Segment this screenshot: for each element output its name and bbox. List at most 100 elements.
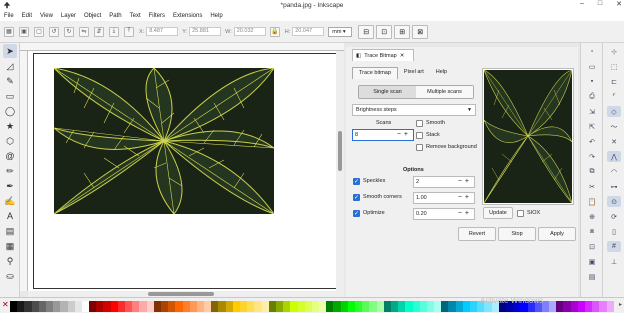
paintbucket-icon[interactable]: ⛀	[3, 269, 17, 283]
snap-page-icon[interactable]: ▯	[607, 226, 621, 237]
color-swatch[interactable]	[204, 301, 212, 312]
color-swatch[interactable]	[275, 301, 284, 312]
snap-bbox-icon[interactable]: ⬚	[607, 61, 621, 72]
color-swatch[interactable]	[132, 301, 140, 312]
lock-icon[interactable]: 🔒	[269, 26, 280, 37]
mesh-icon[interactable]: ▦	[3, 239, 17, 253]
color-swatch[interactable]	[570, 301, 578, 312]
snap-rotation-icon[interactable]: ⟳	[607, 211, 621, 222]
group-icon[interactable]: ▣	[585, 256, 599, 267]
coord-x-field[interactable]: 8.487	[146, 27, 179, 36]
clone-icon[interactable]: ⊡	[585, 241, 599, 252]
bitmap-image[interactable]	[54, 68, 274, 214]
flip-horizontal-icon[interactable]: ⇋	[79, 26, 89, 37]
optimize-stepper-icon[interactable]: −+	[458, 209, 472, 219]
dialog-tab[interactable]: ◧ Trace Bitmap ✕	[352, 49, 414, 61]
speckles-stepper-icon[interactable]: −+	[458, 177, 472, 187]
menu-extensions[interactable]: Extensions	[173, 13, 202, 19]
rotate-cw-icon[interactable]: ↻	[64, 26, 74, 37]
color-swatch[interactable]	[340, 301, 348, 312]
color-swatch[interactable]	[125, 301, 133, 312]
color-swatch[interactable]	[218, 301, 226, 312]
color-swatch[interactable]	[326, 301, 334, 312]
color-swatch[interactable]	[599, 301, 607, 312]
flip-vertical-icon[interactable]: ⇵	[94, 26, 104, 37]
color-swatch[interactable]	[153, 301, 161, 312]
color-swatch[interactable]	[390, 301, 399, 312]
color-swatch[interactable]	[441, 301, 449, 312]
smooth-corners-checkbox[interactable]: ✓	[353, 194, 360, 201]
snap-enable-icon[interactable]: ⊹	[607, 46, 621, 57]
palette-menu-icon[interactable]: ▸	[619, 301, 622, 308]
snap-center-icon[interactable]: ⊙	[607, 196, 621, 207]
cut-icon[interactable]: ✂	[585, 181, 599, 192]
deselect-icon[interactable]: ▢	[34, 26, 44, 37]
color-swatch[interactable]	[17, 301, 25, 312]
3dbox-icon[interactable]: ⬡	[3, 134, 17, 148]
menu-help[interactable]: Help	[210, 13, 222, 19]
canvas[interactable]	[28, 51, 344, 291]
raise-top-icon[interactable]: ⤒	[124, 26, 134, 37]
color-swatch[interactable]	[556, 301, 564, 312]
color-swatch[interactable]	[196, 301, 205, 312]
snap-bbox-corner-icon[interactable]: ⌜	[607, 91, 621, 102]
color-swatch[interactable]	[110, 301, 118, 312]
color-swatch[interactable]	[383, 301, 391, 312]
color-swatch[interactable]	[240, 301, 248, 312]
print-icon[interactable]: ⎙	[585, 91, 599, 102]
tweak-icon[interactable]: ✎	[3, 74, 17, 88]
color-swatch[interactable]	[60, 301, 68, 312]
remove-background-checkbox[interactable]	[416, 144, 423, 151]
circle-icon[interactable]: ◯	[3, 104, 17, 118]
rectangle-icon[interactable]: ▭	[3, 89, 17, 103]
close-tab-icon[interactable]: ✕	[400, 53, 405, 59]
color-swatch[interactable]	[96, 301, 104, 312]
import-icon[interactable]: ⇲	[585, 106, 599, 117]
color-swatch[interactable]	[74, 301, 82, 312]
color-swatch[interactable]	[261, 301, 269, 312]
color-swatch[interactable]	[160, 301, 169, 312]
color-swatch[interactable]	[81, 301, 90, 312]
coord-w-field[interactable]: 20.032	[233, 27, 266, 36]
single-scan-button[interactable]: Single scan	[359, 86, 416, 98]
trace-mode-select[interactable]: Brightness steps ▼	[352, 104, 476, 116]
color-swatch[interactable]	[434, 301, 442, 312]
coord-h-field[interactable]: 20.047	[292, 27, 325, 36]
tab-pixel-art[interactable]: Pixel art	[398, 67, 430, 79]
export-icon[interactable]: ⇱	[585, 121, 599, 132]
undo-icon[interactable]: ↶	[585, 136, 599, 147]
unit-select[interactable]: mm ▾	[328, 26, 353, 37]
color-swatch[interactable]	[563, 301, 571, 312]
pen-icon[interactable]: ✒	[3, 179, 17, 193]
multiple-scans-button[interactable]: Multiple scans	[416, 86, 473, 98]
color-swatch[interactable]	[585, 301, 593, 312]
select-all-layers-icon[interactable]: ▣	[19, 26, 29, 37]
color-swatch[interactable]	[448, 301, 456, 312]
star-icon[interactable]: ★	[3, 119, 17, 133]
color-swatch[interactable]	[254, 301, 262, 312]
color-swatch[interactable]	[53, 301, 61, 312]
color-swatch[interactable]	[211, 301, 219, 312]
snap-smooth-icon[interactable]: ◠	[607, 166, 621, 177]
menu-view[interactable]: View	[40, 13, 53, 19]
siox-checkbox[interactable]	[517, 210, 524, 217]
horizontal-scroll-thumb[interactable]	[148, 292, 214, 296]
color-swatch[interactable]	[103, 301, 111, 312]
no-paint-icon[interactable]: ✕	[2, 300, 9, 309]
scale-corners-icon[interactable]: ⊡	[376, 24, 393, 39]
open-icon[interactable]: ▭	[585, 61, 599, 72]
color-swatch[interactable]	[549, 301, 557, 312]
color-swatch[interactable]	[10, 301, 18, 312]
tab-trace-bitmap[interactable]: Trace bitmap	[352, 67, 398, 79]
ungroup-icon[interactable]: ▤	[585, 271, 599, 282]
snap-bbox-edge-icon[interactable]: ⊏	[607, 76, 621, 87]
menu-edit[interactable]: Edit	[22, 13, 32, 19]
dropper-icon[interactable]: ⚲	[3, 254, 17, 268]
speckles-field[interactable]: 2 −+	[413, 176, 475, 188]
save-icon[interactable]: ▪	[585, 76, 599, 87]
color-swatch[interactable]	[362, 301, 370, 312]
color-swatch[interactable]	[139, 301, 147, 312]
maximize-button[interactable]: □	[598, 0, 602, 8]
color-swatch[interactable]	[577, 301, 585, 312]
color-swatch[interactable]	[146, 301, 154, 312]
